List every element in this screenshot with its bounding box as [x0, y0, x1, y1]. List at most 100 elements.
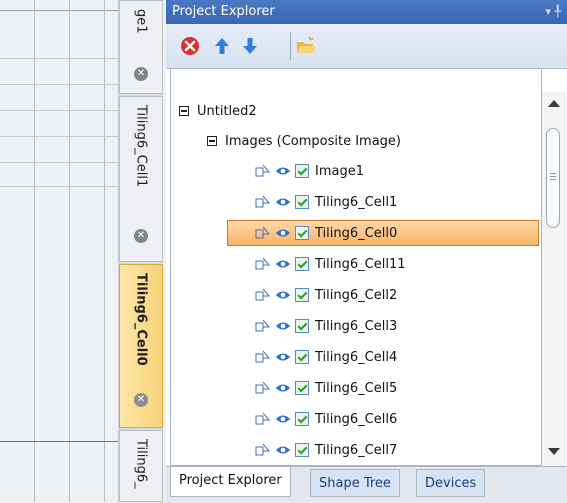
shape-icon[interactable] — [255, 194, 271, 210]
eye-icon[interactable] — [275, 256, 291, 272]
eye-icon[interactable] — [275, 380, 291, 396]
bottom-tab-bar: Project Explorer Shape Tree Devices — [166, 466, 567, 503]
doc-tab-label: Tiling6_ — [133, 439, 149, 489]
eye-icon[interactable] — [275, 411, 291, 427]
tree-item-label: Tiling6_Cell5 — [315, 380, 398, 396]
tree-item-label: Tiling6_Cell3 — [315, 318, 398, 334]
tab-project-explorer[interactable]: Project Explorer — [170, 467, 291, 497]
tree-scrollbar[interactable] — [542, 92, 566, 466]
move-up-icon[interactable] — [210, 34, 234, 58]
tree-item[interactable]: Tiling6_Cell1 — [255, 188, 397, 216]
scroll-up-arrow[interactable] — [548, 100, 560, 107]
shape-icon[interactable] — [255, 256, 271, 272]
panel-title: Project Explorer — [172, 4, 275, 19]
shape-icon[interactable] — [255, 349, 271, 365]
doc-tab-tiling6[interactable]: Tiling6_ — [119, 430, 163, 502]
visibility-checkbox[interactable] — [295, 164, 309, 178]
shape-icon[interactable] — [255, 380, 271, 396]
pin-icon[interactable]: ▾ ╀ — [545, 0, 561, 24]
project-explorer-panel: Project Explorer ▾ ╀ Untitled2 Images (C… — [166, 0, 567, 503]
tree-group-node[interactable]: Images (Composite Image) — [207, 127, 401, 155]
tree-item-label: Tiling6_Cell0 — [315, 225, 398, 241]
eye-icon[interactable] — [275, 194, 291, 210]
document-tab-strip: ge1 ✕ Tiling6_Cell1 ✕ Tiling6_Cell0 ✕ Ti… — [119, 0, 163, 502]
tab-devices[interactable]: Devices — [416, 469, 486, 497]
close-icon[interactable]: ✕ — [134, 229, 148, 243]
eye-icon[interactable] — [275, 318, 291, 334]
scroll-grip — [550, 179, 556, 180]
visibility-checkbox[interactable] — [295, 226, 309, 240]
grid-line — [0, 136, 118, 137]
close-icon[interactable]: ✕ — [134, 393, 148, 407]
tree-item-selected[interactable]: Tiling6_Cell0 — [255, 219, 397, 247]
grid-line — [0, 186, 118, 187]
move-down-icon[interactable] — [238, 34, 262, 58]
tree-item[interactable]: Tiling6_Cell5 — [255, 374, 397, 402]
tree-item-label: Image1 — [315, 163, 364, 179]
tree-item[interactable]: Tiling6_Cell11 — [255, 250, 405, 278]
tree-item[interactable]: Image1 — [255, 157, 364, 185]
scroll-grip — [550, 176, 556, 177]
visibility-checkbox[interactable] — [295, 257, 309, 271]
doc-tab-label: ge1 — [133, 9, 149, 34]
scroll-grip — [550, 173, 556, 174]
toolbar-separator — [290, 32, 291, 60]
visibility-checkbox[interactable] — [295, 350, 309, 364]
canvas-ruler — [0, 10, 118, 11]
shape-icon[interactable] — [255, 225, 271, 241]
tree-item[interactable]: Tiling6_Cell4 — [255, 343, 397, 371]
collapse-icon[interactable] — [179, 106, 189, 116]
tree-node-label: Untitled2 — [197, 103, 257, 119]
red-guide-line — [0, 441, 118, 442]
doc-tab-ge1[interactable]: ge1 ✕ — [119, 0, 163, 94]
visibility-checkbox[interactable] — [295, 443, 309, 457]
visibility-checkbox[interactable] — [295, 288, 309, 302]
explorer-toolbar — [166, 24, 567, 69]
tree-item[interactable]: Tiling6_Cell6 — [255, 405, 397, 433]
collapse-icon[interactable] — [207, 136, 217, 146]
tree-item-label: Tiling6_Cell6 — [315, 411, 398, 427]
tree-node-label: Images (Composite Image) — [225, 133, 401, 149]
eye-icon[interactable] — [275, 225, 291, 241]
tree-item[interactable]: Tiling6_Cell3 — [255, 312, 397, 340]
grid-line — [69, 0, 70, 502]
tree-item[interactable]: Tiling6_Cell2 — [255, 281, 397, 309]
visibility-checkbox[interactable] — [295, 195, 309, 209]
shape-icon[interactable] — [255, 163, 271, 179]
doc-tab-label: Tiling6_Cell1 — [133, 105, 149, 188]
doc-tab-tiling6-cell1[interactable]: Tiling6_Cell1 ✕ — [119, 96, 163, 262]
shape-icon[interactable] — [255, 287, 271, 303]
scroll-thumb[interactable] — [546, 128, 560, 228]
grid-line — [104, 0, 105, 502]
shape-icon[interactable] — [255, 442, 271, 458]
scroll-down-arrow[interactable] — [548, 448, 560, 455]
tree-item-label: Tiling6_Cell7 — [315, 442, 398, 458]
open-folder-icon[interactable] — [294, 34, 318, 58]
delete-icon[interactable] — [178, 34, 202, 58]
grid-line — [0, 110, 118, 111]
eye-icon[interactable] — [275, 349, 291, 365]
tree-item-label: Tiling6_Cell4 — [315, 349, 398, 365]
tab-shape-tree[interactable]: Shape Tree — [310, 469, 400, 497]
grid-line — [0, 162, 118, 163]
grid-line — [34, 0, 35, 502]
tree-item-label: Tiling6_Cell1 — [315, 194, 398, 210]
image-canvas[interactable] — [0, 0, 119, 502]
doc-tab-label: Tiling6_Cell0 — [133, 273, 149, 366]
doc-tab-tiling6-cell0[interactable]: Tiling6_Cell0 ✕ — [119, 264, 163, 428]
eye-icon[interactable] — [275, 163, 291, 179]
tree-item[interactable]: Tiling6_Cell7 — [255, 436, 397, 464]
shape-icon[interactable] — [255, 318, 271, 334]
grid-line — [0, 58, 118, 59]
shape-icon[interactable] — [255, 411, 271, 427]
eye-icon[interactable] — [275, 442, 291, 458]
tree-root-node[interactable]: Untitled2 — [179, 97, 257, 125]
close-icon[interactable]: ✕ — [134, 67, 148, 81]
eye-icon[interactable] — [275, 287, 291, 303]
tree-item-label: Tiling6_Cell11 — [315, 256, 406, 272]
grid-line — [0, 84, 118, 85]
visibility-checkbox[interactable] — [295, 412, 309, 426]
panel-title-bar[interactable]: Project Explorer ▾ ╀ — [166, 0, 567, 24]
visibility-checkbox[interactable] — [295, 381, 309, 395]
visibility-checkbox[interactable] — [295, 319, 309, 333]
